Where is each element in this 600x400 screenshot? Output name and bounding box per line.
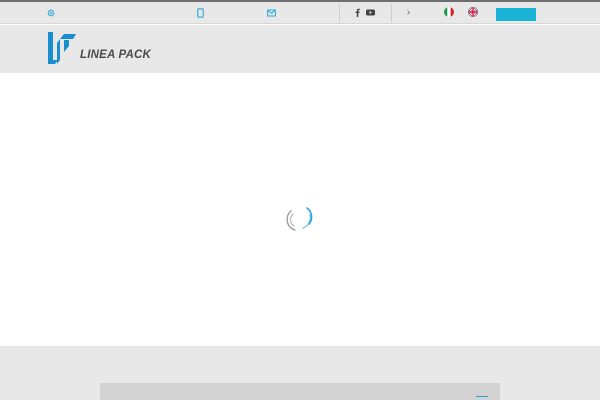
youtube-icon[interactable] bbox=[366, 7, 375, 18]
divider bbox=[391, 4, 392, 22]
uk-flag-icon[interactable] bbox=[468, 6, 478, 17]
divider bbox=[339, 4, 340, 22]
italy-flag-icon[interactable] bbox=[444, 6, 454, 17]
site-logo[interactable]: LINEA PACK bbox=[47, 31, 151, 65]
logo-text: LINEA PACK bbox=[80, 49, 151, 61]
footer bbox=[0, 346, 600, 400]
mail-icon[interactable] bbox=[267, 7, 276, 18]
at-sign-icon[interactable] bbox=[47, 7, 55, 18]
facebook-icon[interactable] bbox=[355, 7, 360, 18]
footer-link-underline[interactable] bbox=[476, 396, 488, 397]
top-bar bbox=[0, 2, 600, 24]
phone-icon[interactable] bbox=[197, 7, 204, 18]
footer-panel bbox=[100, 383, 500, 400]
caret-icon[interactable] bbox=[407, 7, 410, 18]
loading-spinner-icon bbox=[286, 207, 313, 231]
cta-button[interactable] bbox=[496, 8, 536, 21]
logo-mark-icon bbox=[48, 32, 76, 64]
site-header: LINEA PACK bbox=[0, 25, 600, 73]
